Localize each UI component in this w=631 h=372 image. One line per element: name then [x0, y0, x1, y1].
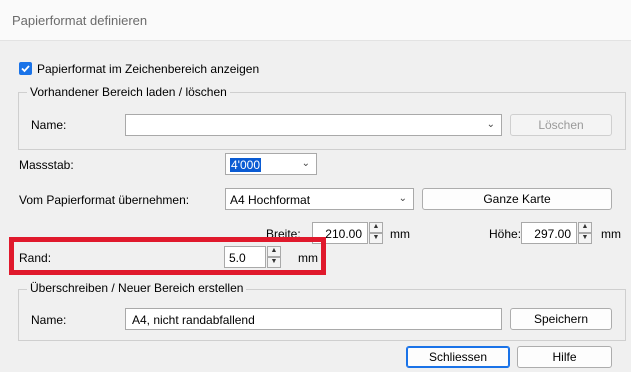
height-label: Höhe:: [489, 227, 522, 241]
show-in-drawing-checkbox[interactable]: [19, 62, 32, 75]
help-button[interactable]: Hilfe: [517, 346, 612, 368]
chevron-down-icon: ⌄: [398, 193, 407, 204]
paper-format-label: Vom Papierformat übernehmen:: [19, 193, 190, 207]
close-button[interactable]: Schliessen: [406, 346, 510, 368]
height-increment-icon[interactable]: ▲: [578, 222, 592, 233]
whole-map-button[interactable]: Ganze Karte: [422, 188, 612, 210]
highlight-box: [9, 237, 326, 275]
chevron-down-icon: ⌄: [301, 158, 310, 169]
width-increment-icon[interactable]: ▲: [369, 222, 383, 233]
paper-format-value: A4 Hochformat: [230, 193, 311, 207]
delete-button[interactable]: Löschen: [510, 114, 612, 136]
height-field[interactable]: 297.00: [521, 222, 577, 244]
height-decrement-icon[interactable]: ▼: [578, 233, 592, 244]
existing-area-legend: Vorhandener Bereich laden / löschen: [27, 85, 230, 99]
chevron-down-icon: ⌄: [486, 119, 495, 130]
scale-dropdown[interactable]: 4'000 ⌄: [225, 153, 317, 175]
height-unit: mm: [601, 227, 621, 241]
show-in-drawing-label: Papierformat im Zeichenbereich anzeigen: [37, 62, 260, 76]
existing-name-dropdown[interactable]: ⌄: [125, 114, 502, 136]
paper-format-dropdown[interactable]: A4 Hochformat ⌄: [225, 188, 414, 210]
height-value: 297.00: [534, 227, 571, 241]
scale-value: 4'000: [230, 158, 261, 172]
new-name-label: Name:: [31, 313, 67, 327]
width-decrement-icon[interactable]: ▼: [369, 233, 383, 244]
width-value: 210.00: [325, 227, 362, 241]
title-bar: Papierformat definieren: [0, 0, 631, 41]
height-spinner[interactable]: 297.00 ▲ ▼: [521, 222, 592, 244]
scale-label: Massstab:: [19, 158, 74, 172]
existing-name-label: Name:: [31, 118, 67, 132]
window-title: Papierformat definieren: [12, 13, 148, 28]
width-unit: mm: [390, 227, 410, 241]
new-name-value: A4, nicht randabfallend: [132, 313, 255, 327]
new-area-legend: Überschreiben / Neuer Bereich erstellen: [27, 281, 247, 295]
save-button[interactable]: Speichern: [510, 308, 612, 330]
new-name-input[interactable]: A4, nicht randabfallend: [125, 308, 502, 330]
dialog-window: Papierformat definieren Papierformat im …: [0, 0, 631, 372]
